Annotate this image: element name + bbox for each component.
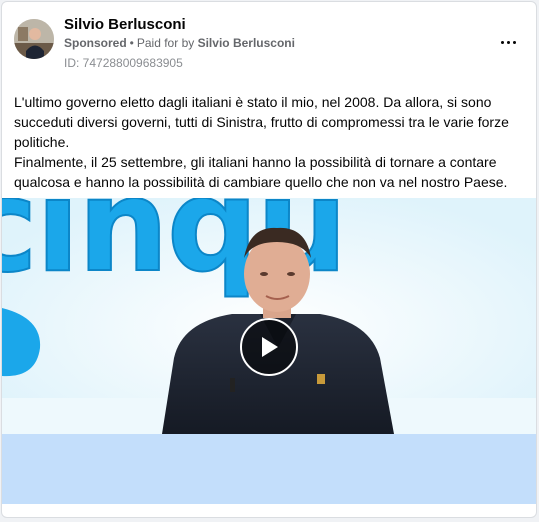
more-dots-icon — [500, 40, 504, 44]
paid-for-name: Silvio Berlusconi — [197, 36, 295, 50]
video-thumbnail[interactable]: cinqu — [2, 198, 536, 434]
sponsored-label[interactable]: Sponsored — [64, 36, 127, 50]
author-name[interactable]: Silvio Berlusconi — [64, 16, 186, 33]
play-button[interactable] — [240, 318, 298, 376]
ad-id: ID: 747288009683905 — [64, 56, 183, 70]
play-icon — [262, 337, 278, 357]
media-footer — [2, 434, 536, 504]
post-paragraph-2: Finalmente, il 25 settembre, gli italian… — [14, 154, 508, 190]
post-text: L'ultimo governo eletto dagli italiani è… — [14, 92, 526, 192]
author-avatar[interactable] — [14, 19, 54, 59]
post-paragraph-1: L'ultimo governo eletto dagli italiani è… — [14, 94, 509, 150]
sponsored-line: Sponsored • Paid for by Silvio Berlusconi — [64, 36, 295, 50]
more-options-button[interactable] — [496, 32, 520, 52]
more-dots-icon — [512, 40, 516, 44]
paid-for-prefix: Paid for by — [136, 36, 195, 50]
more-dots-icon — [506, 40, 510, 44]
ad-post-card: Silvio Berlusconi Sponsored • Paid for by … — [1, 1, 537, 518]
separator-dot: • — [129, 36, 134, 50]
